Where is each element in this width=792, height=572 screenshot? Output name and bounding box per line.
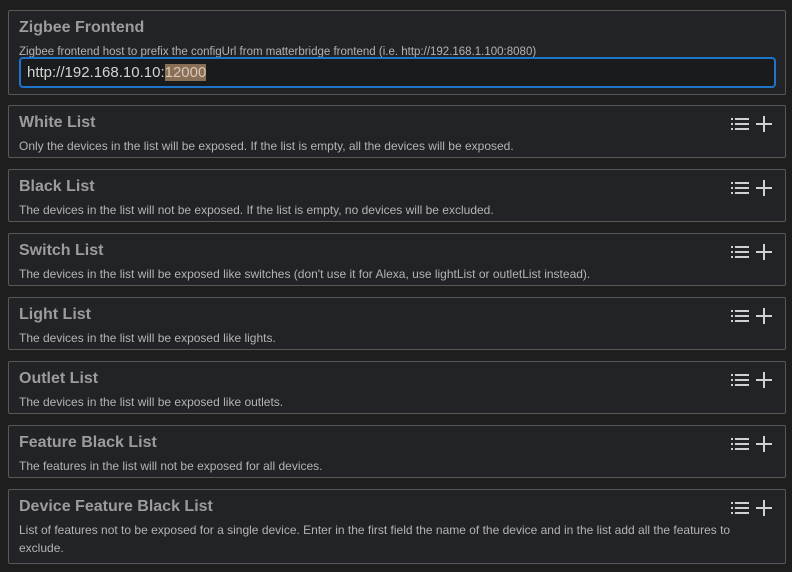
switch-list-card: Switch List The devices in the list will… [8, 233, 786, 286]
outlet-list-description: The devices in the list will be exposed … [19, 395, 284, 409]
outlet-list-card: Outlet List The devices in the list will… [8, 361, 786, 414]
feature-black-list-title: Feature Black List [19, 434, 157, 451]
light-list-card: Light List The devices in the list will … [8, 297, 786, 350]
light-list-actions [731, 308, 773, 324]
settings-panel: Zigbee Frontend Zigbee frontend host to … [0, 0, 792, 572]
list-icon[interactable] [731, 436, 749, 452]
black-list-card: Black List The devices in the list will … [8, 169, 786, 222]
light-list-title: Light List [19, 306, 91, 323]
list-icon[interactable] [731, 116, 749, 132]
list-icon[interactable] [731, 180, 749, 196]
list-icon[interactable] [731, 308, 749, 324]
black-list-actions [731, 180, 773, 196]
device-feature-black-list-card: Device Feature Black List List of featur… [8, 489, 786, 564]
black-list-title: Black List [19, 178, 95, 195]
zigbee-frontend-title: Zigbee Frontend [19, 19, 145, 36]
list-icon[interactable] [731, 372, 749, 388]
white-list-card: White List Only the devices in the list … [8, 105, 786, 158]
plus-icon[interactable] [755, 308, 773, 324]
plus-icon[interactable] [755, 436, 773, 452]
device-feature-black-list-description: List of features not to be exposed for a… [19, 523, 731, 555]
light-list-description: The devices in the list will be exposed … [19, 331, 276, 345]
black-list-description: The devices in the list will not be expo… [19, 203, 494, 217]
switch-list-title: Switch List [19, 242, 104, 259]
zigbee-frontend-input[interactable]: http://192.168.10.10: 12000 [19, 57, 776, 88]
plus-icon[interactable] [755, 180, 773, 196]
outlet-list-actions [731, 372, 773, 388]
input-selected-text: 12000 [164, 64, 207, 81]
outlet-list-title: Outlet List [19, 370, 99, 387]
device-feature-black-list-actions [731, 500, 773, 516]
white-list-title: White List [19, 114, 96, 131]
feature-black-list-description: The features in the list will not be exp… [19, 459, 323, 473]
plus-icon[interactable] [755, 372, 773, 388]
device-feature-black-list-title: Device Feature Black List [19, 498, 213, 515]
white-list-actions [731, 116, 773, 132]
plus-icon[interactable] [755, 116, 773, 132]
zigbee-frontend-card: Zigbee Frontend Zigbee frontend host to … [8, 10, 786, 95]
input-text: http://192.168.10.10: [27, 64, 165, 81]
plus-icon[interactable] [755, 244, 773, 260]
list-icon[interactable] [731, 244, 749, 260]
feature-black-list-actions [731, 436, 773, 452]
list-icon[interactable] [731, 500, 749, 516]
switch-list-actions [731, 244, 773, 260]
feature-black-list-card: Feature Black List The features in the l… [8, 425, 786, 478]
white-list-description: Only the devices in the list will be exp… [19, 139, 514, 153]
plus-icon[interactable] [755, 500, 773, 516]
switch-list-description: The devices in the list will be exposed … [19, 267, 591, 281]
